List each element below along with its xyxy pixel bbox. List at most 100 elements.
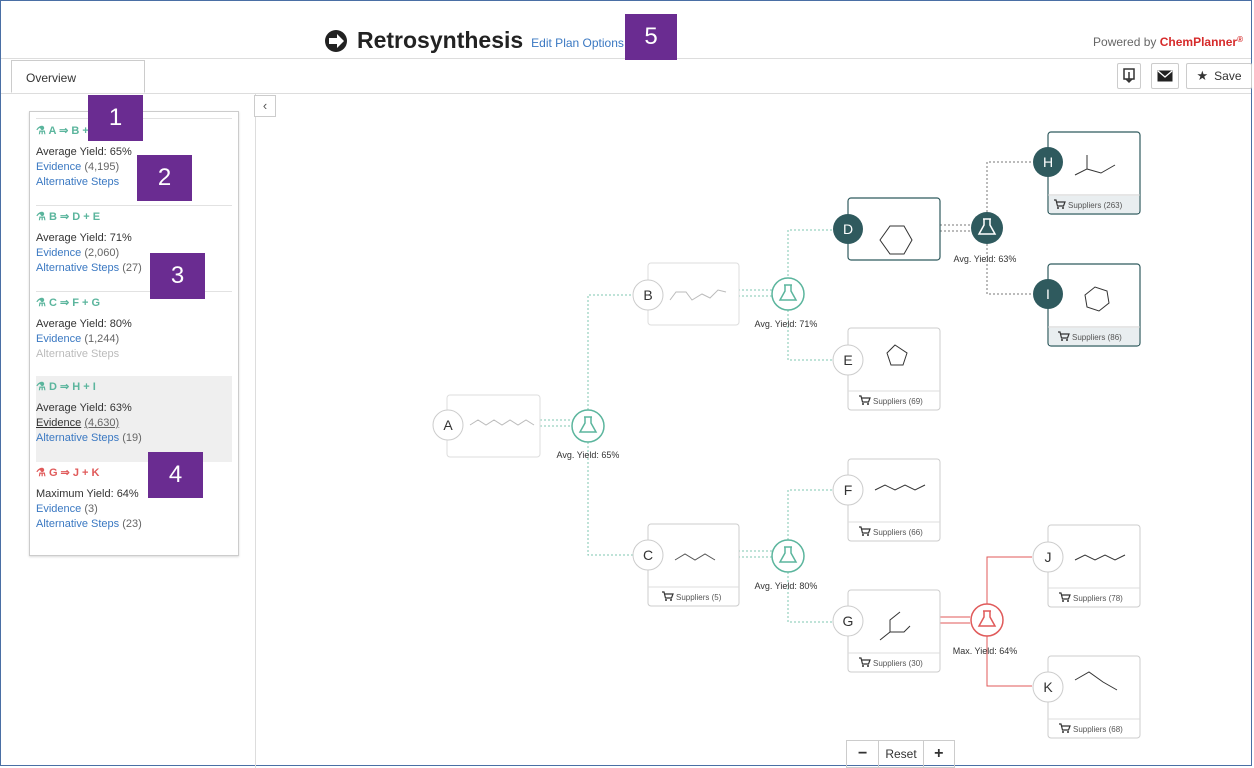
evidence-link[interactable]: Evidence (36, 247, 81, 259)
node-letter: F (844, 482, 853, 498)
suppliers-link[interactable]: Suppliers (68) (1073, 725, 1123, 734)
suppliers-link[interactable]: Suppliers (69) (873, 397, 923, 406)
alternative-steps-link[interactable]: Alternative Steps (36, 518, 119, 530)
annotation-badge-3: 3 (150, 253, 205, 299)
evidence-count: (3) (84, 503, 98, 515)
node-letter: K (1043, 679, 1053, 695)
step-header[interactable]: ⚗ B ⇒ D + E (36, 210, 232, 223)
zoom-controls: − Reset + (846, 740, 955, 768)
evidence-link[interactable]: Evidence (36, 417, 81, 429)
yield-label: Avg. Yield: 80% (755, 581, 818, 591)
alternative-steps-link[interactable]: Alternative Steps (36, 262, 119, 274)
node-c[interactable]: Suppliers (5) C (632, 523, 740, 607)
node-a[interactable]: A (432, 394, 541, 458)
step-title: G ⇒ J + K (48, 467, 100, 479)
evidence-link[interactable]: Evidence (36, 333, 81, 345)
node-j[interactable]: Suppliers (78) J (1032, 524, 1141, 608)
flask-icon: ⚗ (36, 297, 46, 309)
node-letter: G (843, 613, 854, 629)
annotation-badge-2: 2 (137, 155, 192, 201)
evidence-count: (2,060) (84, 247, 120, 259)
step-yield: Average Yield: 63% (36, 402, 132, 414)
reaction-step-4[interactable]: Avg. Yield: 63% (954, 212, 1017, 264)
step-item: ⚗ C ⇒ F + G Average Yield: 80% Evidence … (36, 296, 232, 360)
step-yield: Average Yield: 71% (36, 232, 132, 244)
reaction-step-5[interactable]: Max. Yield: 64% (953, 603, 1018, 656)
node-i[interactable]: Suppliers (86) I (1033, 263, 1141, 347)
yield-label: Max. Yield: 64% (953, 646, 1018, 656)
node-h[interactable]: Suppliers (263) H (1033, 131, 1141, 215)
evidence-link[interactable]: Evidence (36, 161, 81, 173)
node-d[interactable]: D (833, 197, 941, 261)
node-letter: D (843, 221, 853, 237)
powered-by: Powered by ChemPlanner® (1093, 35, 1243, 49)
node-e[interactable]: Suppliers (69) E (832, 327, 941, 411)
pdf-download-icon (1123, 68, 1135, 84)
suppliers-link[interactable]: Suppliers (263) (1068, 201, 1123, 210)
flask-icon: ⚗ (36, 467, 46, 479)
step-item-selected: ⚗ D ⇒ H + I Average Yield: 63% Evidence … (36, 376, 232, 462)
annotation-badge-1: 1 (88, 95, 143, 141)
brand-mark: ® (1237, 35, 1243, 44)
tab-overview[interactable]: Overview (11, 60, 145, 93)
flask-icon: ⚗ (36, 211, 46, 223)
suppliers-link[interactable]: Suppliers (30) (873, 659, 923, 668)
node-g[interactable]: Suppliers (30) G (832, 589, 941, 673)
reset-zoom-button[interactable]: Reset (879, 741, 924, 767)
save-button[interactable]: ★ Save (1186, 63, 1252, 89)
star-icon: ★ (1196, 68, 1209, 83)
yield-label: Avg. Yield: 71% (755, 319, 818, 329)
node-letter: B (643, 287, 652, 303)
chemplanner-brand[interactable]: ChemPlanner (1160, 35, 1237, 49)
reaction-step-1[interactable]: Avg. Yield: 65% (557, 409, 620, 460)
node-letter: C (643, 547, 653, 563)
zoom-out-button[interactable]: − (847, 741, 880, 767)
annotation-badge-5: 5 (625, 14, 677, 60)
suppliers-link[interactable]: Suppliers (78) (1073, 594, 1123, 603)
evidence-count: (4,195) (84, 161, 120, 173)
node-k[interactable]: Suppliers (68) K (1032, 655, 1141, 739)
flask-icon: ⚗ (36, 381, 46, 393)
node-letter: A (443, 417, 453, 433)
zoom-in-button[interactable]: + (924, 741, 954, 767)
reaction-step-2[interactable]: Avg. Yield: 71% (755, 277, 818, 329)
edit-plan-options-link[interactable]: Edit Plan Options (531, 36, 624, 50)
step-title: C ⇒ F + G (48, 297, 101, 309)
alternative-steps-link[interactable]: Alternative Steps (36, 176, 119, 188)
save-label: Save (1214, 69, 1242, 83)
steps-panel: ⚗ A ⇒ B + C Average Yield: 65% Evidence … (29, 111, 239, 556)
retrosynthesis-arrow-icon (325, 29, 347, 52)
page-title: Retrosynthesis (357, 27, 524, 53)
step-header[interactable]: ⚗ D ⇒ H + I (36, 376, 232, 393)
step-title: D ⇒ H + I (48, 381, 96, 393)
alt-count: (23) (122, 518, 142, 530)
suppliers-link[interactable]: Suppliers (66) (873, 528, 923, 537)
overview-pane: ⚗ A ⇒ B + C Average Yield: 65% Evidence … (1, 93, 256, 768)
node-letter: H (1043, 154, 1053, 170)
tab-bar: Overview ★ Save (1, 58, 1252, 94)
reaction-step-3[interactable]: Avg. Yield: 80% (755, 539, 818, 591)
yield-label: Avg. Yield: 65% (557, 450, 620, 460)
node-b[interactable]: B (632, 262, 740, 326)
step-yield: Average Yield: 80% (36, 318, 132, 330)
suppliers-link[interactable]: Suppliers (86) (1072, 333, 1122, 342)
node-letter: J (1045, 549, 1052, 565)
evidence-link[interactable]: Evidence (36, 503, 81, 515)
divider (36, 205, 232, 206)
step-title: B ⇒ D + E (48, 211, 101, 223)
node-f[interactable]: Suppliers (66) F (832, 458, 941, 542)
alternative-steps-disabled: Alternative Steps (36, 348, 120, 360)
download-button[interactable] (1117, 63, 1141, 89)
evidence-count: (4,630) (84, 417, 120, 429)
powered-by-prefix: Powered by (1093, 35, 1160, 49)
annotation-badge-4: 4 (148, 452, 203, 498)
yield-label: Avg. Yield: 63% (954, 254, 1017, 264)
title-group: Retrosynthesis Edit Plan Options (323, 27, 624, 54)
synthesis-tree-canvas: A Avg. Yield: 65% B Avg. Yield: 71% Supp… (432, 131, 1141, 739)
evidence-count: (1,244) (84, 333, 120, 345)
flask-icon: ⚗ (36, 125, 46, 137)
alternative-steps-link[interactable]: Alternative Steps (36, 432, 119, 444)
email-button[interactable] (1151, 63, 1179, 89)
node-letter: I (1046, 286, 1050, 302)
suppliers-link[interactable]: Suppliers (5) (676, 593, 722, 602)
